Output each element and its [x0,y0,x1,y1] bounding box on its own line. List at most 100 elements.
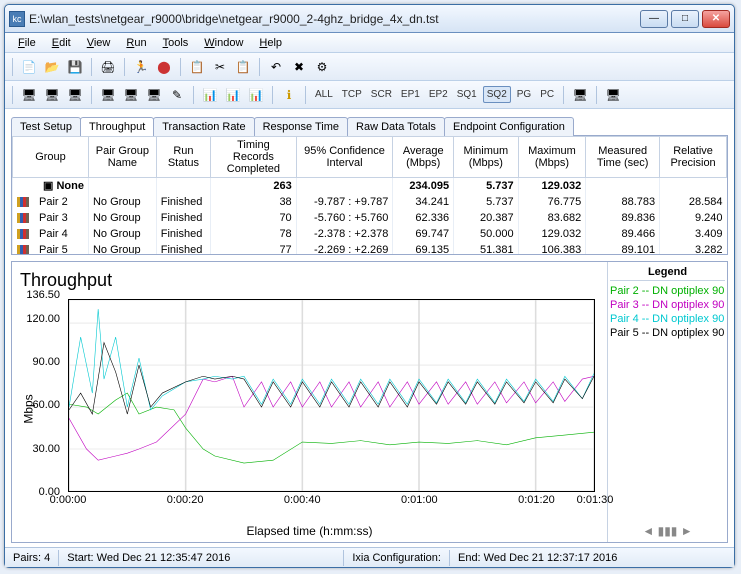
statusbar: Pairs: 4 Start: Wed Dec 21 12:35:47 2016… [5,547,734,567]
data-grid[interactable]: GroupPair Group NameRun StatusTiming Rec… [12,136,727,255]
minimize-button[interactable]: — [640,10,668,28]
menu-view[interactable]: View [80,35,118,51]
paste-icon[interactable]: 📋 [233,57,253,77]
close-button[interactable]: ✕ [702,10,730,28]
toolbar-main: 📄 📂 💾 🖨 🏃 ⬤ 📋 ✂ 📋 ↶ ✖ ⚙ [5,53,734,81]
menu-window[interactable]: Window [197,35,250,51]
legend-scrollbar[interactable]: ◄ ▮▮▮ ► [610,524,725,538]
filter-sq1[interactable]: SQ1 [454,87,480,102]
tab-response-time[interactable]: Response Time [254,117,348,136]
filter-pc[interactable]: PC [537,87,557,102]
tab-raw-data-totals[interactable]: Raw Data Totals [347,117,445,136]
col-header[interactable]: Relative Precision [660,137,727,178]
summary-avg: 234.095 [393,178,454,194]
filter-ep2[interactable]: EP2 [426,87,451,102]
col-header[interactable]: Average (Mbps) [393,137,454,178]
tb2-icon-8[interactable]: 📊 [200,85,220,105]
col-header[interactable]: Maximum (Mbps) [518,137,586,178]
row-icon [17,197,29,207]
table-row[interactable]: Pair 3No GroupFinished70-5.760 : +5.7606… [13,210,727,226]
tb2-icon-2[interactable]: 🖥 [42,85,62,105]
menu-file[interactable]: File [11,35,43,51]
toolbar-secondary: 🖥 🖥 🖥 🖥 🖥 🖥 ✎ 📊 📊 📊 ℹ ALLTCPSCREP1EP2SQ1… [5,81,734,109]
table-row[interactable]: Pair 5No GroupFinished77-2.269 : +2.2696… [13,242,727,256]
col-header[interactable]: Minimum (Mbps) [454,137,519,178]
tab-transaction-rate[interactable]: Transaction Rate [153,117,254,136]
tb2-icon-9[interactable]: 📊 [223,85,243,105]
chart-plot: Mbps 0.0030.0060.0090.00120.00136.50 0:0… [20,295,599,522]
maximize-button[interactable]: □ [671,10,699,28]
x-tick: 0:00:40 [284,494,321,506]
x-tick: 0:00:00 [50,494,87,506]
chart-panel: Throughput Mbps 0.0030.0060.0090.00120.0… [11,261,728,543]
titlebar[interactable]: kc E:\wlan_tests\netgear_r9000\bridge\ne… [5,5,734,33]
settings-icon[interactable]: ⚙ [312,57,332,77]
menu-help[interactable]: Help [252,35,289,51]
tb2-icon-5[interactable]: 🖥 [121,85,141,105]
new-icon[interactable]: 📄 [19,57,39,77]
col-header[interactable]: 95% Confidence Interval [296,137,393,178]
print-icon[interactable]: 🖨 [98,57,118,77]
row-icon [17,229,29,239]
tb2-icon-11[interactable]: ℹ [279,85,299,105]
cut-icon[interactable]: ✂ [210,57,230,77]
filter-all[interactable]: ALL [312,87,336,102]
legend-item[interactable]: Pair 5 -- DN optiplex 9010 [610,326,725,340]
delete-icon[interactable]: ✖ [289,57,309,77]
menu-tools[interactable]: Tools [156,35,196,51]
open-icon[interactable]: 📂 [42,57,62,77]
tabstrip: Test SetupThroughputTransaction RateResp… [11,113,728,135]
save-icon[interactable]: 💾 [65,57,85,77]
legend-panel: Legend Pair 2 -- DN optiplex 9010Pair 3 … [607,262,727,542]
tb2-icon-3[interactable]: 🖥 [65,85,85,105]
x-tick: 0:01:20 [518,494,555,506]
tb2-icon-6[interactable]: 🖥 [144,85,164,105]
tb2-icon-13[interactable]: 🖥 [603,85,623,105]
tab-test-setup[interactable]: Test Setup [11,117,81,136]
series-line [69,376,594,460]
y-tick: 90.00 [32,356,60,368]
filter-tcp[interactable]: TCP [339,87,365,102]
tb2-icon-7[interactable]: ✎ [167,85,187,105]
y-tick: 120.00 [26,313,60,325]
status-start: Start: Wed Dec 21 12:35:47 2016 [59,550,344,566]
tab-endpoint-configuration[interactable]: Endpoint Configuration [444,117,574,136]
data-grid-panel: GroupPair Group NameRun StatusTiming Rec… [11,135,728,255]
tb2-icon-12[interactable]: 🖥 [570,85,590,105]
row-icon [17,213,29,223]
menu-edit[interactable]: Edit [45,35,78,51]
chart-svg [69,300,594,491]
col-header[interactable]: Run Status [156,137,210,178]
copy-icon[interactable]: 📋 [187,57,207,77]
table-row[interactable]: Pair 4No GroupFinished78-2.378 : +2.3786… [13,226,727,242]
filter-ep1[interactable]: EP1 [398,87,423,102]
table-row[interactable]: Pair 2No GroupFinished38-9.787 : +9.7873… [13,194,727,210]
filter-pg[interactable]: PG [514,87,534,102]
status-config: Ixia Configuration: [344,550,450,566]
legend-title: Legend [610,266,725,281]
col-header[interactable]: Group [13,137,89,178]
undo-icon[interactable]: ↶ [266,57,286,77]
x-axis-label: Elapsed time (h:mm:ss) [20,522,599,538]
filter-scr[interactable]: SCR [368,87,395,102]
stop-icon[interactable]: ⬤ [154,57,174,77]
col-header[interactable]: Measured Time (sec) [586,137,660,178]
run-icon[interactable]: 🏃 [131,57,151,77]
legend-item[interactable]: Pair 4 -- DN optiplex 9010 [610,312,725,326]
menu-run[interactable]: Run [119,35,153,51]
app-icon: kc [9,11,25,27]
legend-item[interactable]: Pair 2 -- DN optiplex 9010 [610,284,725,298]
tb2-icon-4[interactable]: 🖥 [98,85,118,105]
legend-item[interactable]: Pair 3 -- DN optiplex 9010 [610,298,725,312]
tb2-icon-10[interactable]: 📊 [246,85,266,105]
summary-timing: 263 [211,178,297,194]
filter-sq2[interactable]: SQ2 [483,86,511,103]
app-window: kc E:\wlan_tests\netgear_r9000\bridge\ne… [4,4,735,568]
col-header[interactable]: Pair Group Name [88,137,156,178]
col-header[interactable]: Timing Records Completed [211,137,297,178]
tab-throughput[interactable]: Throughput [80,117,154,136]
series-line [69,309,594,410]
chart-title: Throughput [20,268,599,295]
tb2-icon-1[interactable]: 🖥 [19,85,39,105]
window-title: E:\wlan_tests\netgear_r9000\bridge\netge… [29,12,640,26]
